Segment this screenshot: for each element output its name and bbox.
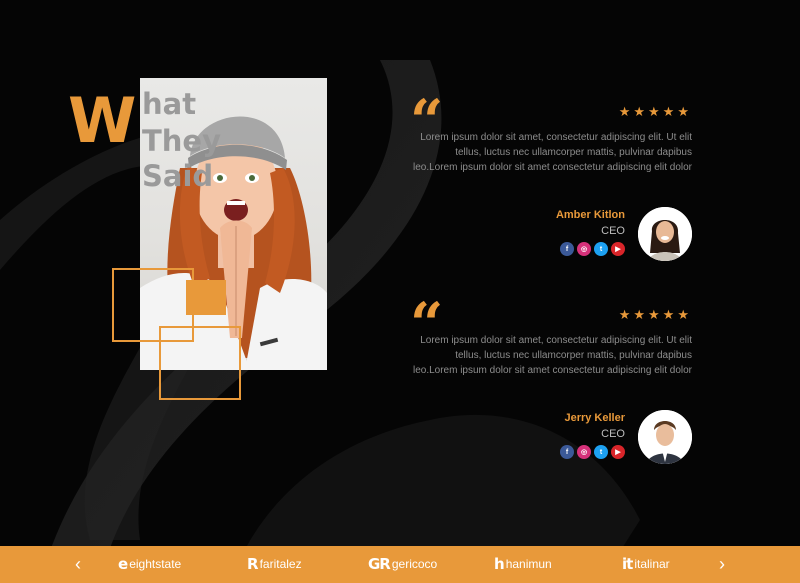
- review-text: Lorem ipsum dolor sit amet, consectetur …: [412, 132, 692, 173]
- instagram-icon[interactable]: ◎: [577, 445, 591, 459]
- hanimun-logo-icon: h: [494, 555, 505, 573]
- heading-line-3: Said: [142, 159, 214, 193]
- brand-logo-faritalez[interactable]: R faritalez: [247, 555, 302, 573]
- reviewer-name: Amber Kitlon: [555, 209, 625, 221]
- brand-name: hanimun: [505, 557, 552, 571]
- faritalez-logo-icon: R: [247, 555, 259, 573]
- social-links: f ◎ t ▶: [560, 445, 625, 459]
- reviewer-role: CEO: [601, 428, 625, 440]
- decor-frame-square: [159, 326, 241, 400]
- facebook-icon[interactable]: f: [560, 445, 574, 459]
- youtube-icon[interactable]: ▶: [611, 242, 625, 256]
- twitter-icon[interactable]: t: [594, 445, 608, 459]
- youtube-icon[interactable]: ▶: [611, 445, 625, 459]
- rating-stars: ★★★★★: [618, 104, 692, 119]
- twitter-icon[interactable]: t: [594, 242, 608, 256]
- reviewer-role: CEO: [601, 225, 625, 237]
- facebook-icon[interactable]: f: [560, 242, 574, 256]
- brand-logo-italinar[interactable]: it italinar: [622, 555, 670, 573]
- chevron-left-icon[interactable]: ‹: [68, 554, 88, 575]
- brand-logo-gericoco[interactable]: GR gericoco: [368, 555, 437, 573]
- brand-name: eightstate: [129, 557, 182, 571]
- avatar: [638, 207, 692, 261]
- italinar-logo-icon: it: [622, 555, 633, 573]
- brand-name: gericoco: [391, 557, 438, 571]
- reviewer-name: Jerry Keller: [564, 412, 625, 424]
- brand-name: italinar: [634, 557, 670, 571]
- gericoco-logo-icon: GR: [368, 555, 391, 573]
- review-text: Lorem ipsum dolor sit amet, consectetur …: [412, 335, 692, 376]
- heading-line-1: hat: [142, 87, 197, 121]
- brand-carousel: ‹ e eightstate R faritalez GR gericoco h…: [0, 546, 800, 583]
- brand-logo-hanimun[interactable]: h hanimun: [494, 555, 552, 573]
- eightstate-logo-icon: e: [118, 555, 128, 573]
- decor-solid-square: [186, 280, 226, 315]
- chevron-right-icon[interactable]: ›: [712, 554, 732, 575]
- social-links: f ◎ t ▶: [560, 242, 625, 256]
- woman-avatar-icon: [638, 207, 692, 261]
- heading-line-2: They: [142, 124, 221, 158]
- man-avatar-icon: [638, 410, 692, 464]
- heading-first-letter: W: [68, 84, 136, 157]
- rating-stars: ★★★★★: [618, 307, 692, 322]
- avatar: [638, 410, 692, 464]
- brand-name: faritalez: [259, 557, 302, 571]
- brand-logo-eightstate[interactable]: e eightstate: [118, 555, 181, 573]
- instagram-icon[interactable]: ◎: [577, 242, 591, 256]
